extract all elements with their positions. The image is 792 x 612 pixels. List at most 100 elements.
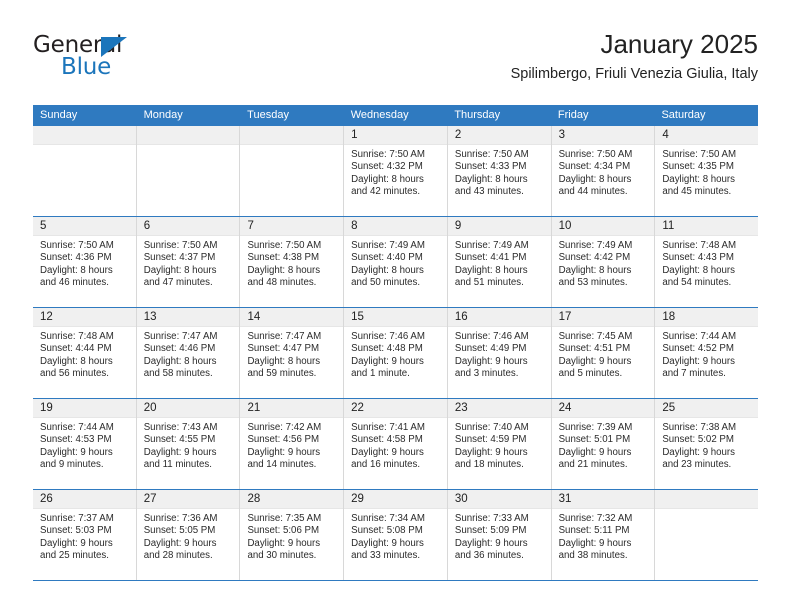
calendar-day-cell[interactable]: 24 Sunrise: 7:39 AM Sunset: 5:01 PM Dayligh… — [551, 399, 656, 489]
day-number: 1 — [344, 126, 447, 145]
calendar-day-cell[interactable]: 26 Sunrise: 7:37 AM Sunset: 5:03 PM Dayligh… — [33, 490, 137, 580]
daylight-text-line1: Daylight: 8 hours — [143, 355, 217, 367]
calendar-day-cell[interactable]: 22 Sunrise: 7:41 AM Sunset: 4:58 PM Dayligh… — [344, 399, 448, 489]
day-number: 30 — [447, 490, 551, 509]
sunset-text: Sunset: 4:35 PM — [662, 161, 734, 173]
day-number: 17 — [551, 308, 655, 327]
daylight-text-line2: and 53 minutes. — [558, 277, 628, 289]
daylight-text-line2: and 5 minutes. — [558, 368, 623, 380]
calendar-day-cell[interactable]: 11 Sunrise: 7:48 AM Sunset: 4:43 PM Dayligh… — [655, 217, 759, 307]
sunset-text: Sunset: 4:49 PM — [454, 343, 527, 355]
calendar-day-cell[interactable]: 1 Sunrise: 7:50 AM Sunset: 4:32 PM Daylight… — [344, 126, 448, 216]
daylight-text-line1: Daylight: 9 hours — [454, 355, 528, 367]
daylight-text-line2: and 16 minutes. — [351, 459, 421, 471]
sunset-text: Sunset: 4:36 PM — [40, 252, 112, 264]
calendar-day-cell[interactable]: 23 Sunrise: 7:40 AM Sunset: 4:59 PM Dayligh… — [447, 399, 552, 489]
day-number: 8 — [344, 217, 447, 236]
sunrise-text: Sunrise: 7:44 AM — [40, 422, 114, 433]
calendar-day-cell[interactable]: 27 Sunrise: 7:36 AM Sunset: 5:05 PM Dayligh… — [136, 490, 241, 580]
day-sun-info: Sunrise: 7:47 AM Sunset: 4:46 PM Daylight:… — [137, 327, 240, 381]
calendar-day-cell[interactable]: 25 Sunrise: 7:38 AM Sunset: 5:02 PM Dayligh… — [655, 399, 759, 489]
day-sun-info: Sunrise: 7:47 AM Sunset: 4:47 PM Daylight:… — [240, 327, 343, 381]
sunrise-text: Sunrise: 7:46 AM — [351, 331, 425, 342]
day-number: 14 — [240, 308, 344, 327]
daylight-text-line2: and 48 minutes. — [247, 277, 317, 289]
calendar-day-cell[interactable]: 7 Sunrise: 7:50 AM Sunset: 4:38 PM Daylight… — [240, 217, 345, 307]
sunset-text: Sunset: 4:46 PM — [143, 343, 216, 355]
sunrise-text: Sunrise: 7:47 AM — [247, 331, 322, 342]
calendar-day-cell[interactable]: 5 Sunrise: 7:50 AM Sunset: 4:36 PM Daylight… — [33, 217, 137, 307]
calendar-day-cell[interactable]: 13 Sunrise: 7:47 AM Sunset: 4:46 PM Dayligh… — [136, 308, 241, 398]
calendar-day-cell[interactable]: 15 Sunrise: 7:46 AM Sunset: 4:48 PM Dayligh… — [344, 308, 448, 398]
daylight-text-line2: and 44 minutes. — [558, 186, 628, 198]
sunrise-text: Sunrise: 7:34 AM — [351, 513, 425, 524]
sunrise-text: Sunrise: 7:50 AM — [558, 149, 633, 160]
calendar-day-cell[interactable]: 2 Sunrise: 7:50 AM Sunset: 4:33 PM Daylight… — [447, 126, 552, 216]
day-number: 12 — [33, 308, 136, 327]
page-subtitle: Spilimbergo, Friuli Venezia Giulia, Ital… — [510, 66, 758, 82]
calendar-day-cell[interactable]: 6 Sunrise: 7:50 AM Sunset: 4:37 PM Daylight… — [136, 217, 241, 307]
sunrise-text: Sunrise: 7:39 AM — [558, 422, 633, 433]
day-sun-info: Sunrise: 7:50 AM Sunset: 4:35 PM Daylight:… — [655, 145, 758, 199]
calendar-day-cell[interactable]: 21 Sunrise: 7:42 AM Sunset: 4:56 PM Dayligh… — [240, 399, 345, 489]
sunset-text: Sunset: 4:38 PM — [247, 252, 320, 264]
sunset-text: Sunset: 4:52 PM — [662, 343, 734, 355]
sunset-text: Sunset: 4:59 PM — [454, 434, 527, 446]
day-sun-info: Sunrise: 7:34 AM Sunset: 5:08 PM Daylight:… — [344, 509, 447, 563]
calendar-day-cell[interactable]: 3 Sunrise: 7:50 AM Sunset: 4:34 PM Daylight… — [551, 126, 656, 216]
day-number: 5 — [33, 217, 136, 236]
daylight-text-line1: Daylight: 9 hours — [558, 446, 632, 458]
daylight-text-line1: Daylight: 8 hours — [143, 264, 217, 276]
day-sun-info: Sunrise: 7:50 AM Sunset: 4:37 PM Daylight:… — [137, 236, 240, 290]
sunrise-text: Sunrise: 7:44 AM — [662, 331, 737, 342]
sunrise-text: Sunrise: 7:32 AM — [558, 513, 633, 524]
weekday-header-tuesday: Tuesday — [247, 109, 289, 121]
calendar-day-cell[interactable]: 17 Sunrise: 7:45 AM Sunset: 4:51 PM Dayligh… — [551, 308, 656, 398]
calendar-day-cell[interactable]: 29 Sunrise: 7:34 AM Sunset: 5:08 PM Dayligh… — [344, 490, 448, 580]
sunrise-text: Sunrise: 7:50 AM — [662, 149, 737, 160]
sunset-text: Sunset: 4:47 PM — [247, 343, 320, 355]
daylight-text-line2: and 46 minutes. — [40, 277, 109, 289]
daylight-text-line1: Daylight: 9 hours — [247, 446, 321, 458]
day-number: 15 — [344, 308, 447, 327]
day-sun-info: Sunrise: 7:37 AM Sunset: 5:03 PM Daylight:… — [33, 509, 136, 563]
day-sun-info: Sunrise: 7:50 AM Sunset: 4:33 PM Daylight:… — [448, 145, 551, 199]
sunrise-text: Sunrise: 7:49 AM — [454, 240, 529, 251]
sunrise-text: Sunrise: 7:38 AM — [662, 422, 737, 433]
daylight-text-line1: Daylight: 9 hours — [454, 446, 528, 458]
calendar-day-cell[interactable]: 12 Sunrise: 7:48 AM Sunset: 4:44 PM Dayligh… — [33, 308, 137, 398]
day-number: 29 — [344, 490, 447, 509]
calendar-day-cell[interactable]: 10 Sunrise: 7:49 AM Sunset: 4:42 PM Dayligh… — [551, 217, 656, 307]
weekday-header-friday: Friday — [557, 109, 589, 121]
sunrise-text: Sunrise: 7:49 AM — [558, 240, 633, 251]
daylight-text-line2: and 56 minutes. — [40, 368, 109, 380]
sunset-text: Sunset: 4:40 PM — [351, 252, 423, 264]
day-sun-info: Sunrise: 7:49 AM Sunset: 4:41 PM Daylight:… — [448, 236, 551, 290]
day-number: 16 — [447, 308, 551, 327]
calendar-day-cell[interactable]: 28 Sunrise: 7:35 AM Sunset: 5:06 PM Dayligh… — [240, 490, 345, 580]
calendar-day-cell[interactable]: 16 Sunrise: 7:46 AM Sunset: 4:49 PM Dayligh… — [447, 308, 552, 398]
sunset-text: Sunset: 4:37 PM — [143, 252, 216, 264]
daylight-text-line1: Daylight: 8 hours — [454, 264, 528, 276]
calendar-day-cell[interactable]: 14 Sunrise: 7:47 AM Sunset: 4:47 PM Dayligh… — [240, 308, 345, 398]
day-number: 31 — [551, 490, 655, 509]
weekday-header-row: Sunday Monday Tuesday Wednesday Thursday… — [33, 105, 758, 125]
sunrise-text: Sunrise: 7:33 AM — [454, 513, 529, 524]
calendar-day-cell[interactable]: 4 Sunrise: 7:50 AM Sunset: 4:35 PM Daylight… — [655, 126, 759, 216]
day-sun-info: Sunrise: 7:32 AM Sunset: 5:11 PM Daylight:… — [552, 509, 655, 563]
calendar-day-cell[interactable]: 18 Sunrise: 7:44 AM Sunset: 4:52 PM Dayligh… — [655, 308, 759, 398]
calendar-day-cell[interactable]: 30 Sunrise: 7:33 AM Sunset: 5:09 PM Dayligh… — [447, 490, 552, 580]
daylight-text-line1: Daylight: 9 hours — [351, 446, 424, 458]
daylight-text-line1: Daylight: 9 hours — [40, 446, 113, 458]
calendar-day-cell[interactable]: 9 Sunrise: 7:49 AM Sunset: 4:41 PM Daylight… — [447, 217, 552, 307]
calendar-day-cell[interactable]: 20 Sunrise: 7:43 AM Sunset: 4:55 PM Dayligh… — [136, 399, 241, 489]
daylight-text-line1: Daylight: 8 hours — [40, 264, 113, 276]
calendar-day-cell[interactable]: 31 Sunrise: 7:32 AM Sunset: 5:11 PM Dayligh… — [551, 490, 656, 580]
day-sun-info: Sunrise: 7:35 AM Sunset: 5:06 PM Daylight:… — [240, 509, 343, 563]
calendar-day-cell[interactable]: 8 Sunrise: 7:49 AM Sunset: 4:40 PM Daylight… — [344, 217, 448, 307]
calendar-day-cell[interactable]: 19 Sunrise: 7:44 AM Sunset: 4:53 PM Dayligh… — [33, 399, 137, 489]
day-number: 6 — [136, 217, 240, 236]
daylight-text-line1: Daylight: 8 hours — [662, 173, 736, 185]
daylight-text-line1: Daylight: 9 hours — [143, 446, 217, 458]
sunset-text: Sunset: 4:41 PM — [454, 252, 527, 264]
